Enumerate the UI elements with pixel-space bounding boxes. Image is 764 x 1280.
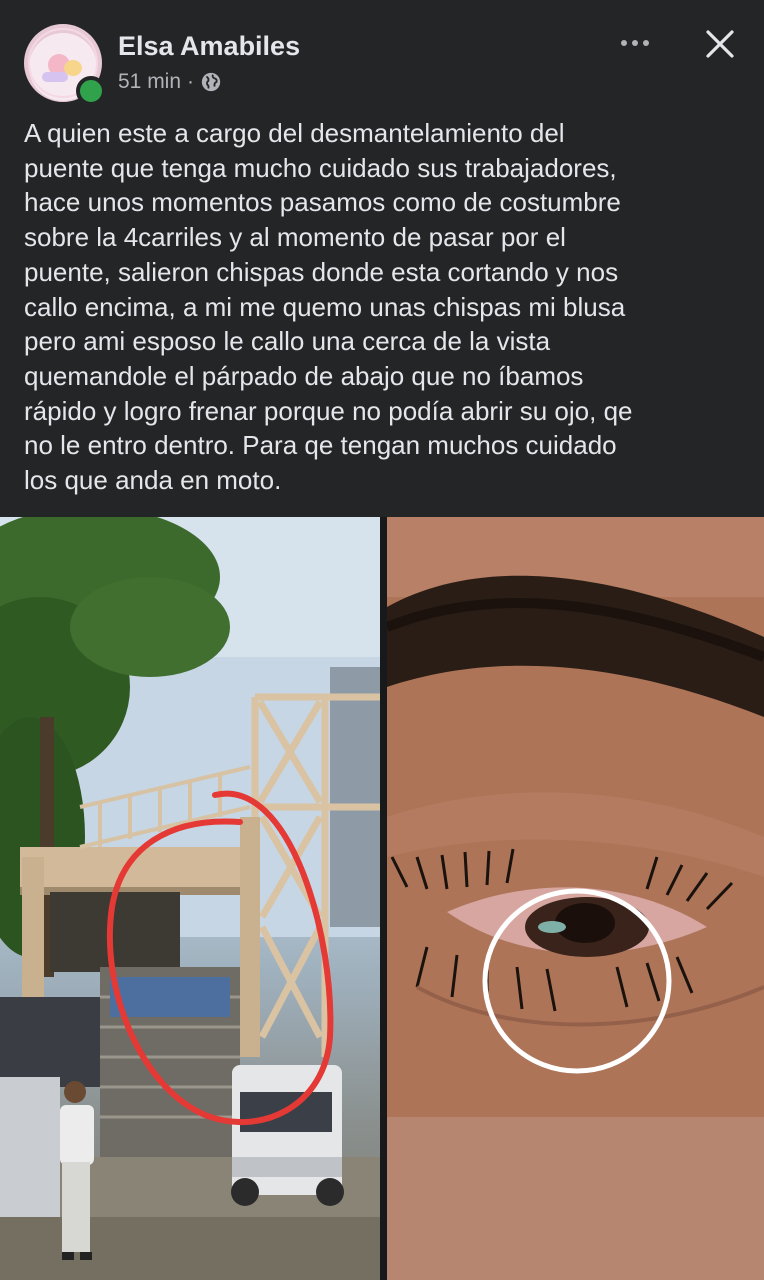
post-header: Elsa Amabiles 51 min · [0, 0, 764, 110]
facebook-post: Elsa Amabiles 51 min · A quien este a ca… [0, 0, 764, 1280]
post-meta: 51 min · [118, 70, 222, 94]
post-time[interactable]: 51 min [118, 70, 181, 94]
more-options-icon[interactable] [612, 28, 658, 58]
eye-photo[interactable] [387, 517, 764, 1280]
close-icon[interactable] [700, 24, 740, 64]
bridge-photo[interactable] [0, 517, 380, 1280]
avatar-decoration [42, 72, 68, 82]
globe-icon[interactable] [200, 71, 222, 93]
online-status-icon [76, 76, 106, 106]
photo-grid [0, 517, 764, 1280]
photo-divider [380, 517, 387, 1280]
bridge-photo-illustration [0, 517, 380, 1280]
meta-separator: · [187, 70, 195, 93]
author-name[interactable]: Elsa Amabiles [118, 31, 300, 62]
post-text: A quien este a cargo del desmantelamient… [24, 118, 633, 496]
eye-photo-illustration [387, 517, 764, 1280]
